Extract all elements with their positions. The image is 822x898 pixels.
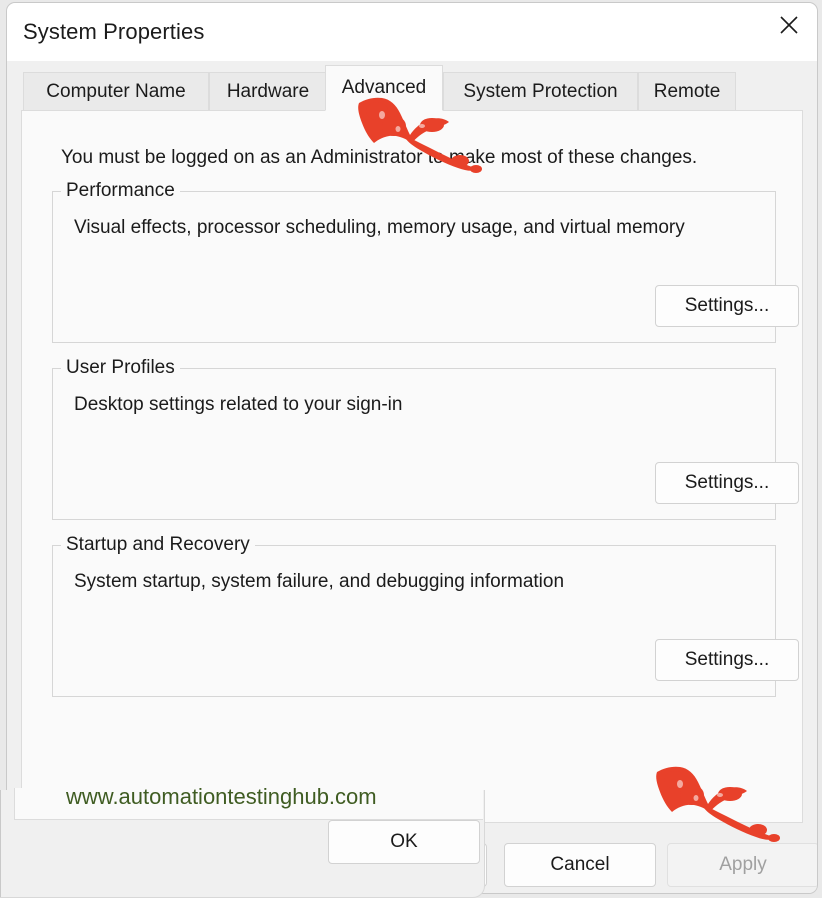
user-profiles-group-label: User Profiles [61, 357, 180, 379]
button-label: OK [397, 854, 425, 875]
close-button[interactable] [761, 3, 817, 47]
button-label: Apply [719, 854, 767, 875]
user-profiles-description: Desktop settings related to your sign-in [74, 394, 403, 415]
performance-group: Performance Visual effects, processor sc… [52, 180, 799, 343]
system-properties-dialog: System Properties Computer Name Hardware… [6, 2, 818, 894]
ok-button[interactable]: OK [335, 843, 487, 887]
cancel-button[interactable]: Cancel [504, 843, 656, 887]
startup-and-recovery-group: Startup and Recovery System startup, sys… [52, 534, 799, 697]
tab-label: Hardware [226, 81, 310, 102]
startup-and-recovery-settings-button[interactable]: Settings... [655, 639, 799, 681]
administrator-note: You must be logged on as an Administrato… [61, 147, 698, 168]
close-icon [778, 14, 800, 36]
button-label: Cancel [550, 854, 610, 875]
performance-description: Visual effects, processor scheduling, me… [74, 217, 685, 238]
dialog-footer: OK Cancel Apply [7, 823, 817, 893]
tab-label: System Protection [463, 81, 618, 102]
advanced-tab-panel: You must be logged on as an Administrato… [21, 110, 803, 882]
performance-group-label: Performance [61, 180, 180, 202]
tab-strip: Computer Name Hardware Advanced System P… [7, 61, 817, 111]
tab-remote[interactable]: Remote [638, 72, 736, 111]
title-bar: System Properties [7, 3, 817, 61]
user-profiles-group: User Profiles Desktop settings related t… [52, 357, 799, 520]
overlay-left-edge [0, 790, 1, 897]
startup-and-recovery-group-label: Startup and Recovery [61, 534, 255, 556]
button-label: Settings... [684, 472, 770, 493]
button-label: Settings... [684, 649, 770, 670]
apply-button: Apply [667, 843, 817, 887]
tab-label: Computer Name [46, 81, 186, 102]
tab-label: Remote [653, 81, 721, 102]
tab-hardware[interactable]: Hardware [209, 72, 327, 111]
performance-settings-button[interactable]: Settings... [655, 285, 799, 327]
user-profiles-settings-button[interactable]: Settings... [655, 462, 799, 504]
tab-computer-name[interactable]: Computer Name [23, 72, 209, 111]
tab-advanced[interactable]: Advanced [325, 65, 443, 111]
startup-and-recovery-description: System startup, system failure, and debu… [74, 571, 565, 592]
tab-label: Advanced [341, 77, 427, 98]
tab-system-protection[interactable]: System Protection [443, 72, 638, 111]
window-title: System Properties [23, 19, 205, 44]
screenshot-root: System Properties Computer Name Hardware… [0, 0, 822, 898]
button-label: Settings... [684, 295, 770, 316]
